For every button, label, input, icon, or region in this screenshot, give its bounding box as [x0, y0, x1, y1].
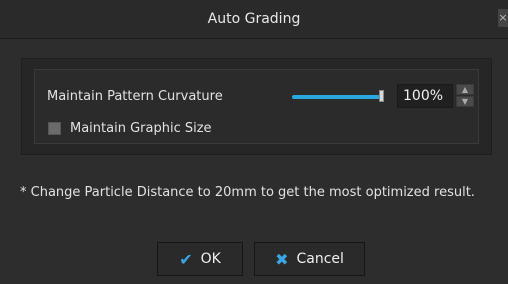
auto-grading-dialog: Auto Grading × Maintain Pattern Curvatur…	[0, 0, 508, 284]
graphic-size-label: Maintain Graphic Size	[70, 121, 212, 136]
checkmark-icon: ✔	[179, 249, 193, 269]
spin-up-icon[interactable]: ▲	[456, 84, 474, 95]
curvature-slider[interactable]	[292, 95, 380, 99]
spin-down-icon[interactable]: ▼	[456, 96, 474, 107]
ok-button-label: OK	[200, 251, 221, 267]
dialog-title: Auto Grading	[207, 11, 301, 27]
x-icon: ✖	[275, 249, 289, 269]
optimization-note: * Change Particle Distance to 20mm to ge…	[20, 185, 475, 200]
title-bar: Auto Grading ×	[0, 0, 508, 39]
graphic-size-checkbox[interactable]	[48, 122, 61, 135]
cancel-button[interactable]: ✖ Cancel	[254, 242, 365, 276]
cancel-button-label: Cancel	[296, 251, 344, 267]
curvature-value-field[interactable]: 100%	[397, 84, 453, 108]
ok-button[interactable]: ✔ OK	[157, 242, 243, 276]
curvature-label: Maintain Pattern Curvature	[47, 89, 223, 104]
close-icon[interactable]: ×	[498, 9, 508, 27]
curvature-slider-handle[interactable]	[379, 90, 384, 102]
